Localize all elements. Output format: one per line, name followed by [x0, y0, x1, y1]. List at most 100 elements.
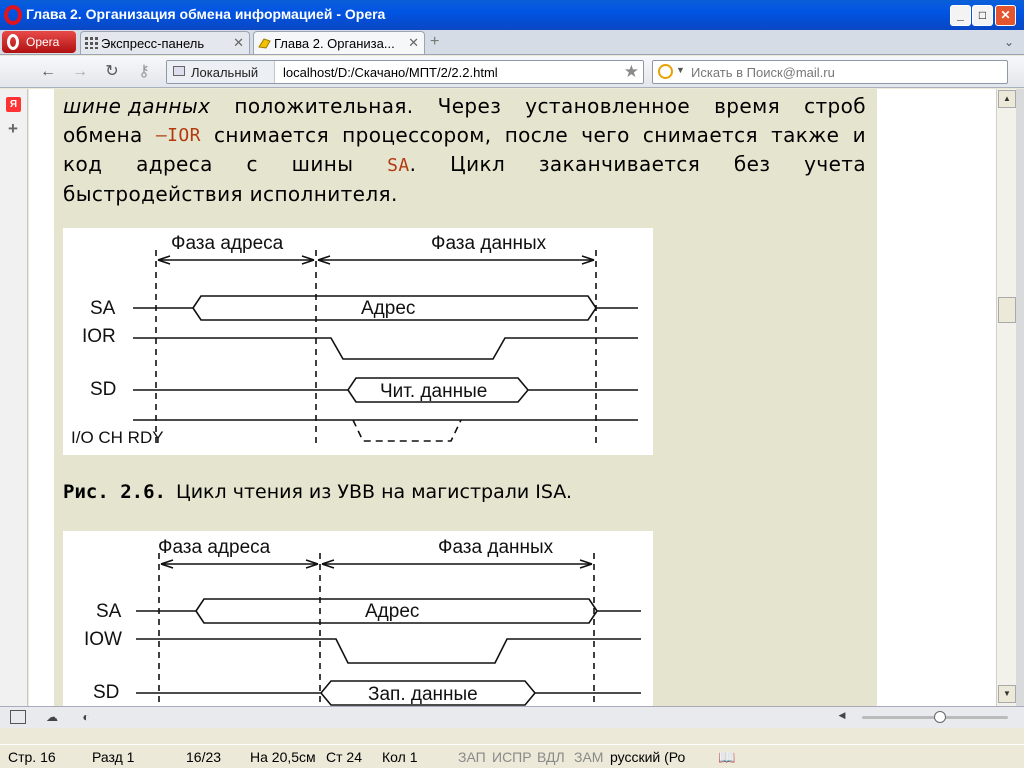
close-button[interactable]: ✕: [995, 5, 1016, 26]
opera-menu-button[interactable]: Opera: [2, 31, 76, 53]
bus-data-label: Чит. данные: [380, 381, 487, 402]
word: шины: [291, 152, 354, 176]
italic-term: шине данных: [63, 94, 211, 118]
figure-caption: Рис. 2.6. Цикл чтения из УВВ на магистрал…: [63, 481, 572, 503]
side-panel: Я +: [0, 89, 28, 706]
add-panel-icon[interactable]: +: [8, 119, 18, 139]
text-line: код адреса с шины SA. Цикл заканчивается…: [63, 150, 866, 180]
vertical-scrollbar[interactable]: ▲ ▼: [996, 89, 1016, 706]
word: без: [733, 152, 771, 176]
zoom-out-icon[interactable]: ◀: [834, 710, 850, 724]
panel-toggle-icon[interactable]: [10, 710, 26, 724]
browser-status-bar: ☁ ◐ ◀: [0, 706, 1024, 728]
speed-icon[interactable]: ◐: [78, 710, 94, 724]
word: обмена: [63, 123, 143, 147]
reload-icon[interactable]: ↻: [102, 62, 122, 82]
code-term: SA: [387, 155, 410, 176]
word: чего: [581, 123, 630, 147]
spelling-book-icon[interactable]: 📖: [718, 749, 735, 766]
search-engine-dropdown-icon[interactable]: ▼: [676, 65, 685, 75]
word: адреса: [136, 152, 213, 176]
status-page: Стр. 16: [8, 749, 56, 765]
word: положительная.: [234, 94, 414, 118]
text-line: обмена –IOR снимается процессором, после…: [63, 121, 866, 150]
word: и: [852, 123, 866, 147]
word: снимается: [642, 123, 758, 147]
scrollbar-thumb[interactable]: [998, 297, 1016, 323]
signal-sd-label: SD: [90, 379, 116, 400]
url-text[interactable]: localhost/D:/Скачано/МПТ/2/2.2.html: [283, 65, 498, 80]
word: учета: [804, 152, 866, 176]
bookmark-star-icon[interactable]: ★: [624, 62, 639, 82]
window-edge: [1016, 89, 1024, 706]
word: установленное: [525, 94, 691, 118]
status-language[interactable]: русский (Ро: [610, 749, 685, 765]
phase-data-label: Фаза данных: [438, 537, 554, 558]
page-content: шине данных положительная. Через установ…: [29, 89, 996, 706]
zoom-slider-knob[interactable]: [934, 711, 946, 723]
document-page: шине данных положительная. Через установ…: [54, 89, 877, 706]
zone-label: Локальный: [191, 65, 259, 80]
timing-diagram-write: Фаза адреса Фаза данных SA IOW SD Адрес …: [63, 531, 653, 706]
search-engine-icon[interactable]: [658, 64, 673, 79]
status-section: Разд 1: [92, 749, 135, 765]
title-bar: Глава 2. Организация обмена информацией …: [0, 0, 1024, 30]
word: после: [504, 123, 569, 147]
text-line: шине данных положительная. Через установ…: [63, 92, 866, 121]
new-tab-icon[interactable]: +: [430, 33, 439, 51]
speed-dial-icon: [85, 37, 98, 49]
code-term: –IOR: [155, 125, 201, 146]
word: Цикл: [450, 152, 506, 176]
yandex-icon[interactable]: Я: [6, 97, 21, 112]
phase-address-label: Фаза адреса: [171, 233, 284, 254]
status-ext[interactable]: ВДЛ: [537, 749, 565, 765]
signal-iow-label: IOW: [84, 629, 122, 650]
status-line: Ст 24: [326, 749, 362, 765]
close-tab-icon[interactable]: ✕: [408, 35, 419, 51]
word: с: [246, 152, 258, 176]
maximize-button[interactable]: □: [972, 5, 993, 26]
signal-sa-label: SA: [90, 298, 116, 319]
caption-number: Рис. 2.6.: [63, 481, 166, 503]
word: также: [771, 123, 840, 147]
word: строб: [804, 94, 866, 118]
status-pages: 16/23: [186, 749, 222, 765]
navigation-toolbar: ← → ↻ ⚷ Локальный localhost/D:/Скачано/М…: [0, 56, 1024, 88]
bus-data-label: Зап. данные: [368, 684, 478, 705]
status-ovr[interactable]: ЗАМ: [574, 749, 603, 765]
signal-sd-label: SD: [93, 682, 119, 703]
word: заканчивается: [538, 152, 701, 176]
security-zone-badge[interactable]: Локальный: [167, 61, 275, 83]
tab-speed-dial[interactable]: Экспресс-панель ✕: [80, 31, 250, 54]
signal-ior-label: IOR: [82, 326, 116, 347]
tab-label: Глава 2. Организа...: [274, 36, 395, 51]
opera-icon: [7, 34, 19, 50]
minimize-button[interactable]: _: [950, 5, 971, 26]
bus-address-label: Адрес: [361, 298, 415, 319]
address-bar[interactable]: Локальный localhost/D:/Скачано/МПТ/2/2.2…: [166, 60, 644, 84]
key-icon[interactable]: ⚷: [134, 62, 154, 82]
word: быстродействия исполнителя.: [63, 182, 398, 206]
scroll-down-icon[interactable]: ▼: [998, 685, 1016, 703]
status-trk[interactable]: ИСПР: [492, 749, 532, 765]
close-tab-icon[interactable]: ✕: [233, 35, 244, 51]
forward-arrow-icon[interactable]: →: [70, 62, 90, 82]
opera-logo-icon: [4, 5, 22, 25]
cloud-icon[interactable]: ☁: [44, 710, 60, 724]
status-rec[interactable]: ЗАП: [458, 749, 486, 765]
tab-chapter-2[interactable]: Глава 2. Организа... ✕: [253, 31, 425, 54]
phase-address-label: Фаза адреса: [158, 537, 271, 558]
bus-address-label: Адрес: [365, 601, 419, 622]
text-line: быстродействия исполнителя.: [63, 180, 866, 209]
word: снимается: [214, 123, 329, 147]
word: Через: [437, 94, 502, 118]
word: код: [63, 152, 103, 176]
tab-list-chevron-icon[interactable]: ⌄: [1004, 35, 1014, 49]
search-input[interactable]: ▼ Искать в Поиск@mail.ru: [652, 60, 1008, 84]
status-col: Кол 1: [382, 749, 418, 765]
back-arrow-icon[interactable]: ←: [38, 62, 58, 82]
underlying-toolbar-strip: [0, 728, 1024, 742]
scroll-up-icon[interactable]: ▲: [998, 90, 1016, 108]
word: время: [714, 94, 781, 118]
signal-rdy-label: I/O CH RDY: [71, 428, 164, 447]
